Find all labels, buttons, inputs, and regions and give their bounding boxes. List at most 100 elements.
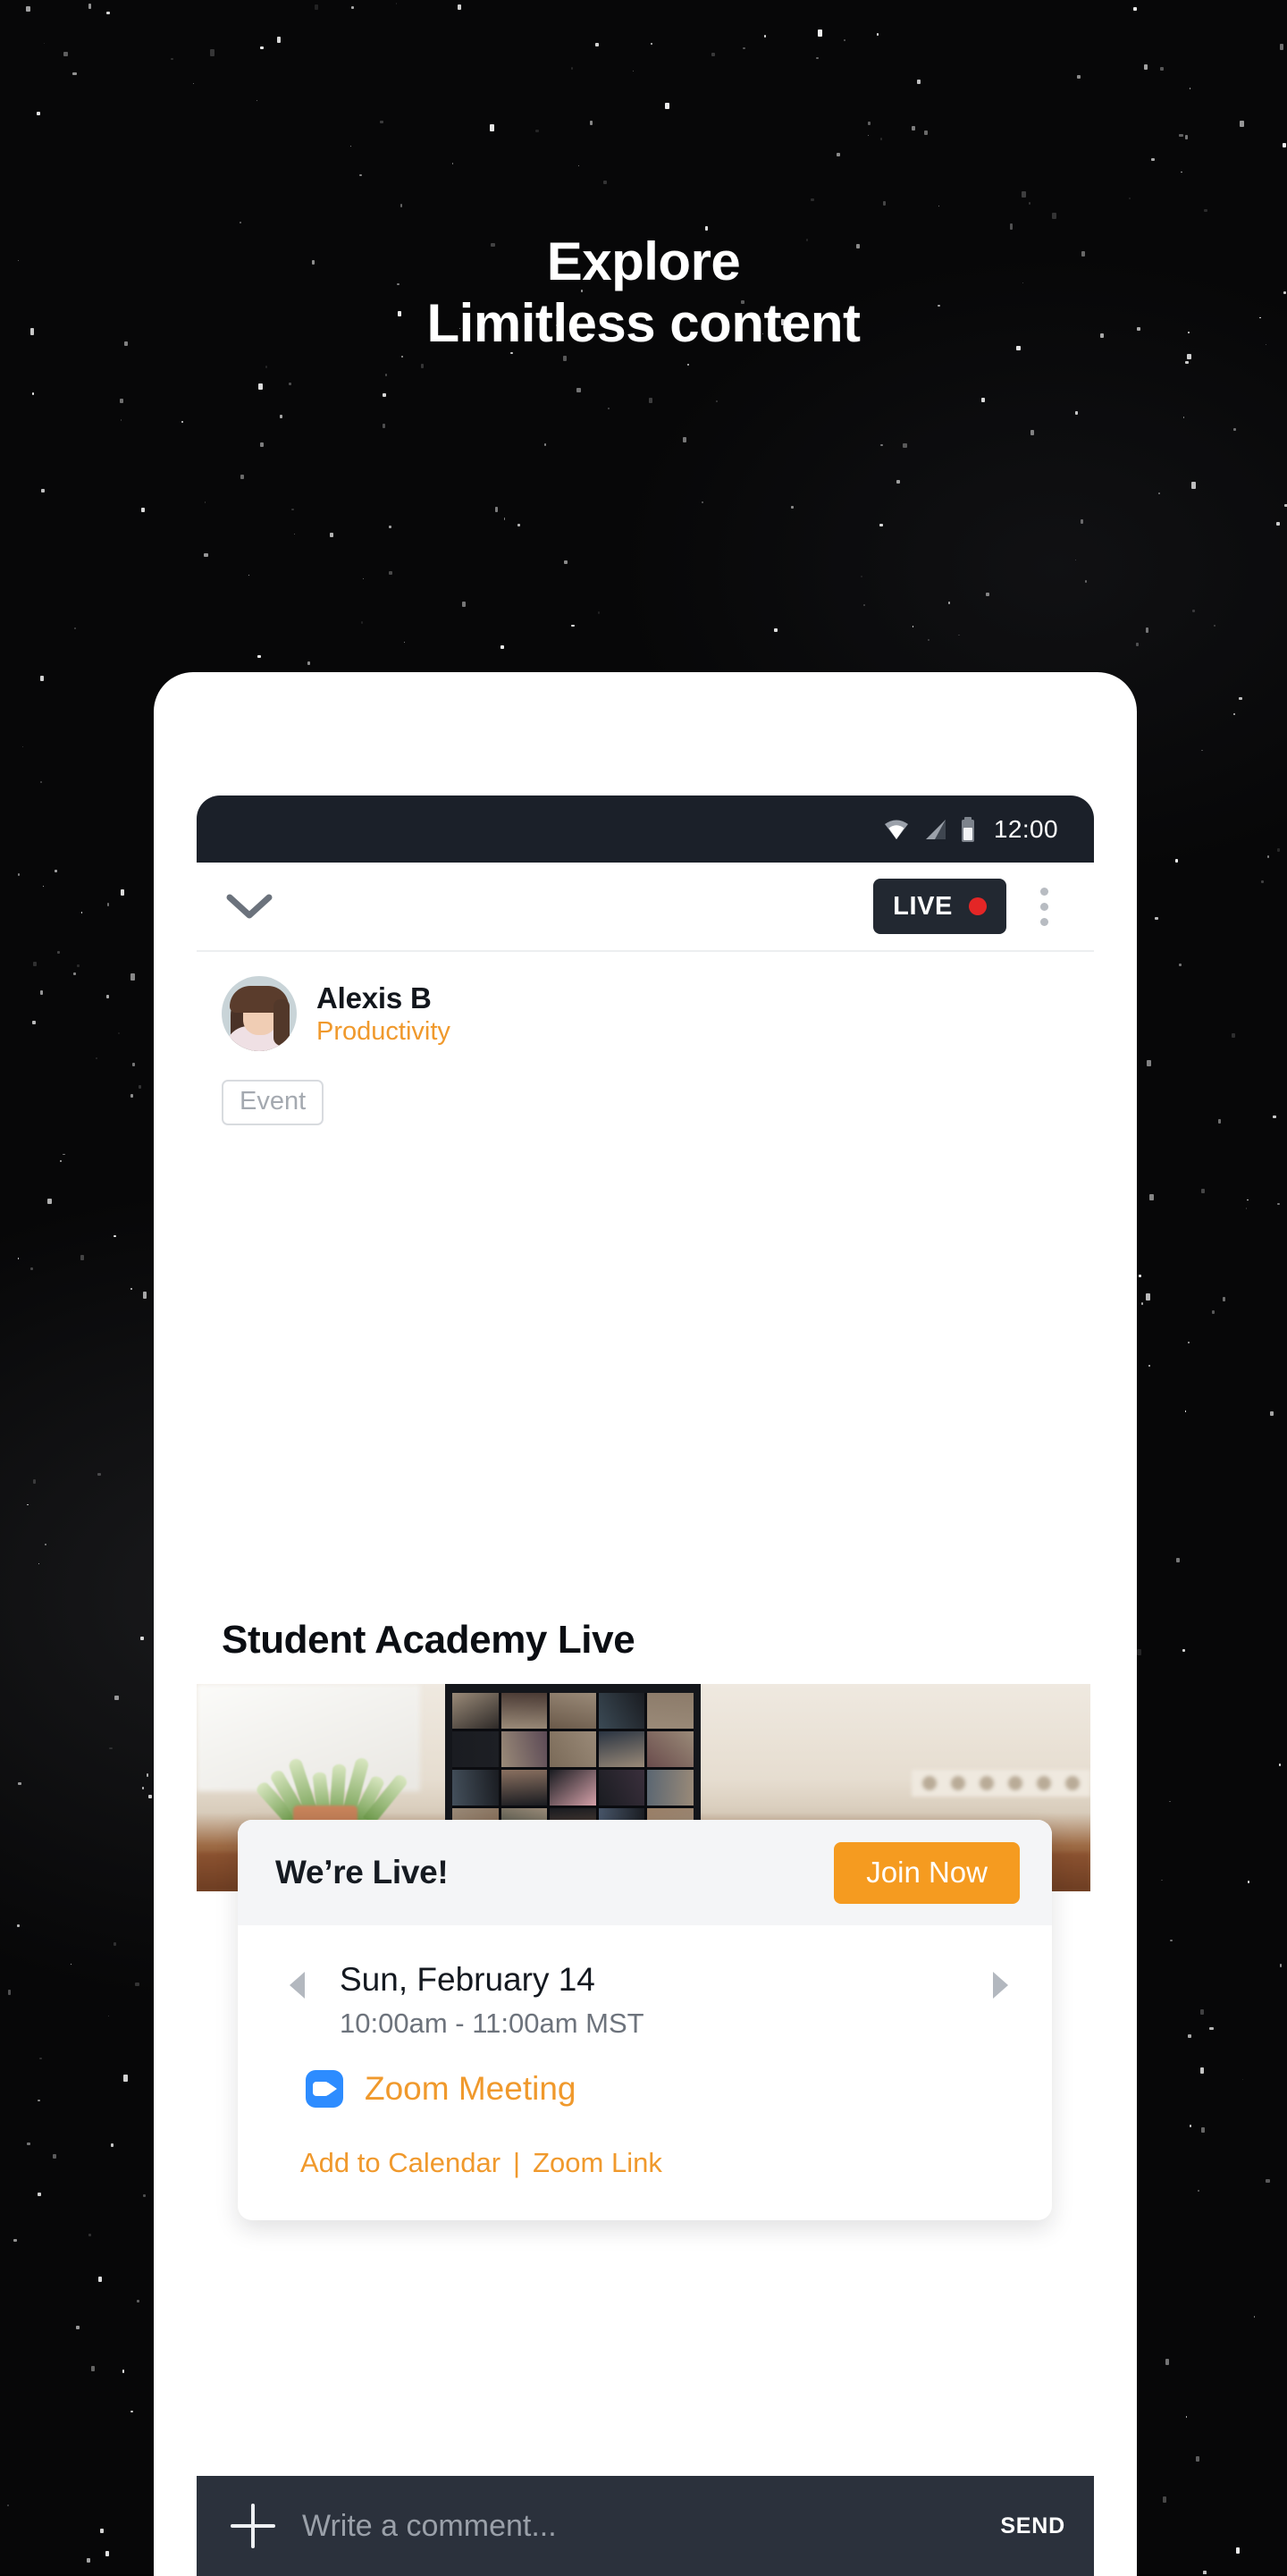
star-speck — [76, 2326, 80, 2329]
star-speck — [80, 1255, 84, 1260]
star-speck — [43, 886, 44, 887]
star-speck — [535, 130, 540, 132]
zoom-link[interactable]: Zoom Link — [533, 2147, 662, 2179]
star-speck — [1242, 2079, 1243, 2080]
star-speck — [1144, 64, 1148, 71]
star-speck — [38, 1563, 39, 1564]
star-speck — [1081, 519, 1083, 524]
zoom-icon — [306, 2070, 343, 2108]
star-speck — [240, 222, 241, 224]
star-speck — [47, 1199, 52, 1203]
star-speck — [1198, 2190, 1199, 2192]
star-speck — [359, 174, 362, 176]
star-speck — [1283, 143, 1285, 148]
zoom-participant-tile — [501, 1770, 548, 1806]
event-type-tag[interactable]: Event — [222, 1080, 324, 1125]
star-speck — [114, 1235, 116, 1237]
star-speck — [240, 475, 244, 479]
triangle-right-icon[interactable] — [982, 1961, 1018, 1999]
star-speck — [1233, 428, 1237, 431]
star-speck — [517, 524, 521, 526]
chevron-down-icon[interactable] — [222, 879, 277, 934]
zoom-participant-tile — [452, 1693, 499, 1729]
star-speck — [106, 12, 109, 14]
star-speck — [22, 746, 24, 747]
star-speck — [71, 1964, 72, 1965]
author-row[interactable]: Alexis B Productivity — [197, 976, 1094, 1051]
star-speck — [1232, 1033, 1235, 1039]
star-speck — [143, 1292, 147, 1298]
send-button[interactable]: SEND — [1000, 2513, 1065, 2539]
star-speck — [87, 2558, 90, 2563]
star-speck — [91, 2366, 95, 2371]
star-speck — [1196, 2456, 1199, 2462]
star-speck — [60, 1160, 62, 1162]
star-speck — [1280, 44, 1284, 50]
add-to-calendar-link[interactable]: Add to Calendar — [300, 2147, 500, 2179]
star-speck — [981, 398, 985, 401]
star-speck — [1203, 2571, 1207, 2574]
star-speck — [1149, 1194, 1154, 1200]
author-name: Alexis B — [316, 981, 450, 1015]
zoom-meeting-row[interactable]: Zoom Meeting — [306, 2070, 1018, 2108]
star-speck — [903, 443, 906, 448]
triangle-left-icon[interactable] — [279, 1961, 315, 1999]
star-speck — [130, 2411, 133, 2412]
star-speck — [81, 912, 83, 913]
star-speck — [40, 676, 45, 681]
star-speck — [122, 2370, 124, 2372]
live-recording-dot-icon — [969, 897, 987, 915]
star-speck — [181, 421, 183, 422]
star-speck — [1201, 1189, 1205, 1192]
star-speck — [114, 1696, 118, 1700]
star-speck — [141, 508, 145, 512]
star-speck — [147, 1773, 148, 1777]
event-date: Sun, February 14 — [340, 1961, 982, 1999]
star-speck — [818, 29, 822, 37]
star-speck — [1186, 2416, 1187, 2417]
star-speck — [1212, 1310, 1215, 1314]
star-speck — [880, 444, 882, 446]
join-now-button[interactable]: Join Now — [834, 1842, 1020, 1904]
comment-input[interactable] — [302, 2509, 977, 2544]
star-speck — [96, 1057, 97, 1059]
star-speck — [1185, 361, 1190, 364]
star-speck — [1246, 1208, 1247, 1209]
avatar-shape — [273, 999, 290, 1046]
star-speck — [1247, 1200, 1249, 1201]
star-speck — [37, 112, 40, 115]
zoom-participant-tile — [452, 1770, 499, 1806]
star-speck — [55, 870, 57, 872]
star-speck — [924, 130, 927, 135]
star-speck — [1254, 2316, 1255, 2318]
more-vertical-icon[interactable] — [1015, 875, 1072, 938]
star-speck — [1129, 198, 1131, 200]
star-speck — [32, 392, 34, 395]
live-status-badge[interactable]: LIVE — [873, 879, 1006, 934]
star-speck — [291, 509, 294, 510]
zoom-participant-tile — [550, 1770, 596, 1806]
star-speck — [1266, 2179, 1270, 2183]
star-speck — [500, 645, 504, 649]
star-speck — [18, 1782, 21, 1784]
app-header: LIVE — [197, 863, 1094, 952]
star-speck — [130, 1094, 133, 1097]
event-time: 10:00am - 11:00am MST — [340, 2007, 982, 2040]
star-speck — [97, 1473, 101, 1475]
star-speck — [1248, 1881, 1249, 1883]
star-speck — [564, 560, 568, 565]
star-speck — [1270, 1411, 1274, 1416]
star-speck — [1209, 2027, 1213, 2030]
star-speck — [1261, 880, 1264, 884]
zoom-participant-tile — [647, 1731, 694, 1767]
star-speck — [687, 364, 689, 366]
star-speck — [896, 480, 900, 484]
live-banner-title: We’re Live! — [275, 1854, 448, 1891]
plus-icon[interactable] — [227, 2500, 279, 2552]
star-speck — [1179, 134, 1183, 138]
star-speck — [958, 635, 959, 636]
star-speck — [294, 534, 295, 535]
star-speck — [816, 57, 819, 59]
avatar[interactable] — [222, 976, 297, 1051]
author-category[interactable]: Productivity — [316, 1017, 450, 1047]
